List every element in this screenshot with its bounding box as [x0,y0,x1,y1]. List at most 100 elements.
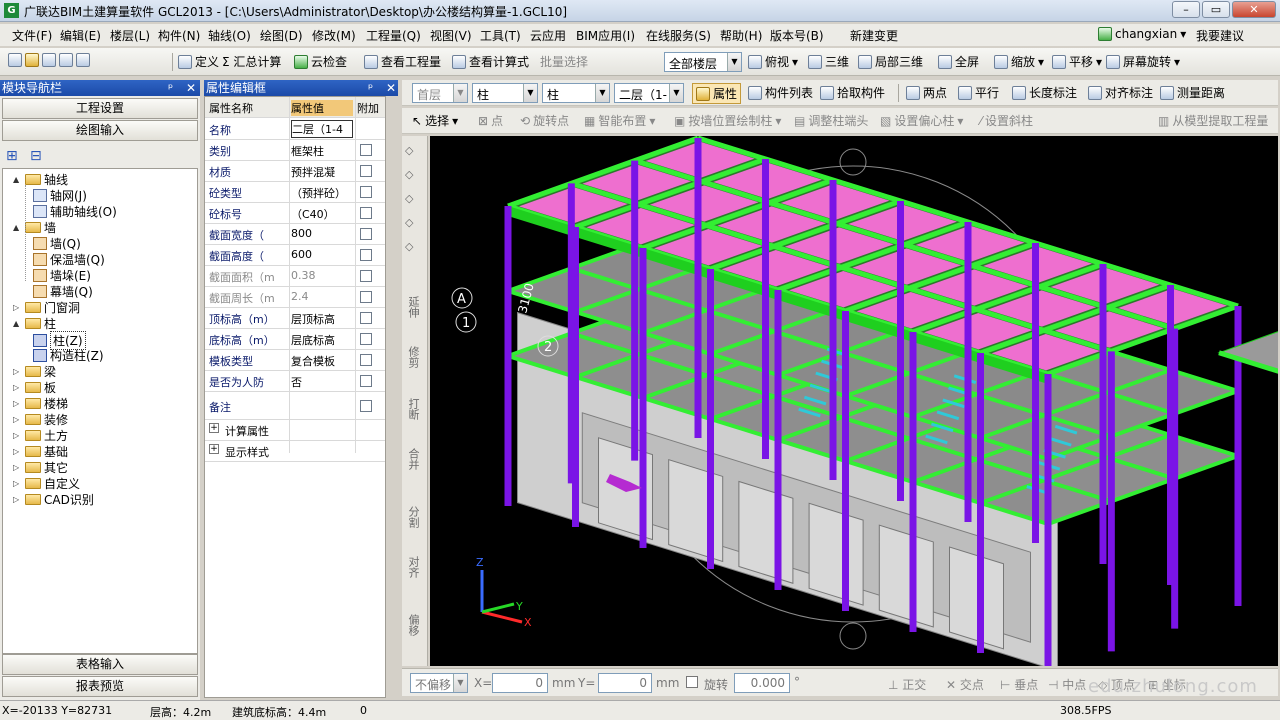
properties-button[interactable]: 属性 [692,83,742,104]
screen-rotate-button[interactable]: 屏幕旋转 ▾ [1106,53,1180,70]
rotate-checkbox[interactable] [686,676,698,688]
expander-icon[interactable]: ▷ [13,447,22,456]
edit-tool-3[interactable]: 合并 [405,448,421,470]
edit-tool-4[interactable]: 分割 [405,506,421,528]
project-settings-button[interactable]: 工程设置 [2,98,198,119]
menu-help[interactable]: 帮助(H) [720,27,762,44]
props-row[interactable]: 砼标号 （C40） [205,203,385,224]
partial-3d-button[interactable]: 局部三维 [858,53,923,70]
redo-icon[interactable] [76,53,90,67]
prop-extra-checkbox[interactable] [360,165,372,177]
prop-extra-checkbox[interactable] [360,249,372,261]
prop-value[interactable]: 否 [291,374,353,390]
edit-tool-icon[interactable]: ◇ [405,144,413,157]
edit-tool-icon[interactable]: ◇ [405,216,413,229]
edit-tool-icon[interactable]: ◇ [405,168,413,181]
two-points-button[interactable]: 两点 [906,84,947,101]
open-folder-icon[interactable] [25,53,39,67]
close-button[interactable]: ✕ [1232,1,1276,18]
expander-icon[interactable]: ▷ [13,415,22,424]
prop-value[interactable]: 预拌混凝 [291,164,353,180]
extract-qty-button[interactable]: ▥ 从模型提取工程量 [1158,112,1268,129]
point-button[interactable]: ⊠ 点 [478,112,503,129]
prop-value[interactable]: 800 [291,227,353,240]
3d-view-button[interactable]: 三维 [808,53,849,70]
feedback-link[interactable]: 我要建议 [1196,27,1244,44]
tree-item[interactable]: 幕墙(Q) [33,283,93,300]
expander-icon[interactable]: ▷ [13,431,22,440]
menu-modify[interactable]: 修改(M) [312,27,356,44]
props-row[interactable]: 是否为人防 否 [205,371,385,392]
snap-ortho-button[interactable]: ⊥ 正交 [888,676,926,693]
basement-block[interactable] [668,458,724,563]
prop-extra-checkbox[interactable] [360,291,372,303]
y-offset-input[interactable]: 0 [598,673,652,693]
draw-by-wall-button[interactable]: ▣ 按墙位置绘制柱 ▾ [674,112,781,129]
prop-extra-checkbox[interactable] [360,354,372,366]
floor-scope-combo[interactable]: 全部楼层 ▼ [664,52,742,72]
define-button[interactable]: 定义 [178,53,219,70]
x-offset-input[interactable]: 0 [492,673,548,693]
snap-mid-button[interactable]: ⊣ 中点 [1048,676,1086,693]
props-row[interactable]: 名称 二层（1-4 [205,119,385,140]
rotate-angle-input[interactable]: 0.000 [734,673,790,693]
expander-icon[interactable]: ▲ [13,175,22,184]
quick-access-icons[interactable] [8,53,90,67]
annex-roof[interactable] [1217,322,1278,420]
tree-folder[interactable]: ▷ 门窗洞 [13,299,80,316]
expander-icon[interactable]: ▷ [13,367,22,376]
props-row[interactable]: 截面宽度（ 800 [205,224,385,245]
menu-online[interactable]: 在线服务(S) [646,27,711,44]
type-combo[interactable]: 柱 ▼ [472,83,538,103]
batch-select-button[interactable]: 批量选择 [540,53,588,70]
dropdown-arrow-icon[interactable]: ▼ [669,84,683,102]
menu-file[interactable]: 文件(F) [12,27,52,44]
expander-icon[interactable]: ▲ [13,223,22,232]
expander-icon[interactable]: ▷ [13,303,22,312]
snap-intersect-button[interactable]: ✕ 交点 [946,676,984,693]
set-slant-button[interactable]: ⁄ 设置斜柱 [980,112,1033,129]
prop-value[interactable]: （C40） [291,206,353,222]
menu-axis[interactable]: 轴线(O) [208,27,251,44]
tree-folder[interactable]: ▷ 梁 [13,363,56,380]
props-row[interactable]: 类别 框架柱 [205,140,385,161]
dropdown-arrow-icon[interactable]: ▼ [595,84,609,102]
props-row[interactable]: 截面面积（m 0.38 [205,266,385,287]
close-icon[interactable]: ✕ [386,80,396,96]
basement-block[interactable] [738,480,794,584]
props-row[interactable]: 底标高（m） 层底标高 [205,329,385,350]
report-preview-button[interactable]: 报表预览 [2,676,198,697]
tree-folder[interactable]: ▲ 墙 [13,219,56,236]
menu-view[interactable]: 视图(V) [430,27,472,44]
menu-component[interactable]: 构件(N) [158,27,200,44]
tree-item[interactable]: 构造柱(Z) [33,347,104,364]
prop-extra-checkbox[interactable] [360,270,372,282]
expand-all-icon[interactable]: ⊞ [6,148,18,164]
top-view-button[interactable]: 俯视 ▾ [748,53,798,70]
prop-extra-checkbox[interactable] [360,333,372,345]
tree-item[interactable]: 保温墙(Q) [33,251,105,268]
zoom-button[interactable]: 缩放 ▾ [994,53,1044,70]
prop-value[interactable]: 层底标高 [291,332,353,348]
undo-icon[interactable] [59,53,73,67]
tree-folder[interactable]: ▲ 柱 [13,315,56,332]
expand-plus-icon[interactable]: + [209,423,219,433]
expander-icon[interactable]: ▷ [13,495,22,504]
display-style-group[interactable]: + 显示样式 [205,441,385,462]
expander-icon[interactable]: ▷ [13,399,22,408]
prop-value[interactable]: 复合模板 [291,353,353,369]
props-row[interactable]: 模板类型 复合模板 [205,350,385,371]
pin-icon[interactable]: ᵖ [368,80,373,96]
expander-icon[interactable]: ▷ [13,383,22,392]
set-offset-button[interactable]: ▧ 设置偏心柱 ▾ [880,112,963,129]
menu-cloud[interactable]: 云应用 [530,27,566,44]
component-combo[interactable]: 二层（1- ▼ [614,83,684,103]
menu-draw[interactable]: 绘图(D) [260,27,303,44]
rotate-point-button[interactable]: ⟲ 旋转点 [520,112,569,129]
menu-floor[interactable]: 楼层(L) [110,27,150,44]
align-dim-button[interactable]: 对齐标注 [1088,84,1153,101]
props-row[interactable]: 截面周长（m 2.4 [205,287,385,308]
minimize-button[interactable]: – [1172,1,1200,18]
pin-icon[interactable]: ᵖ [168,80,173,96]
props-row[interactable]: 备注 [205,392,385,420]
